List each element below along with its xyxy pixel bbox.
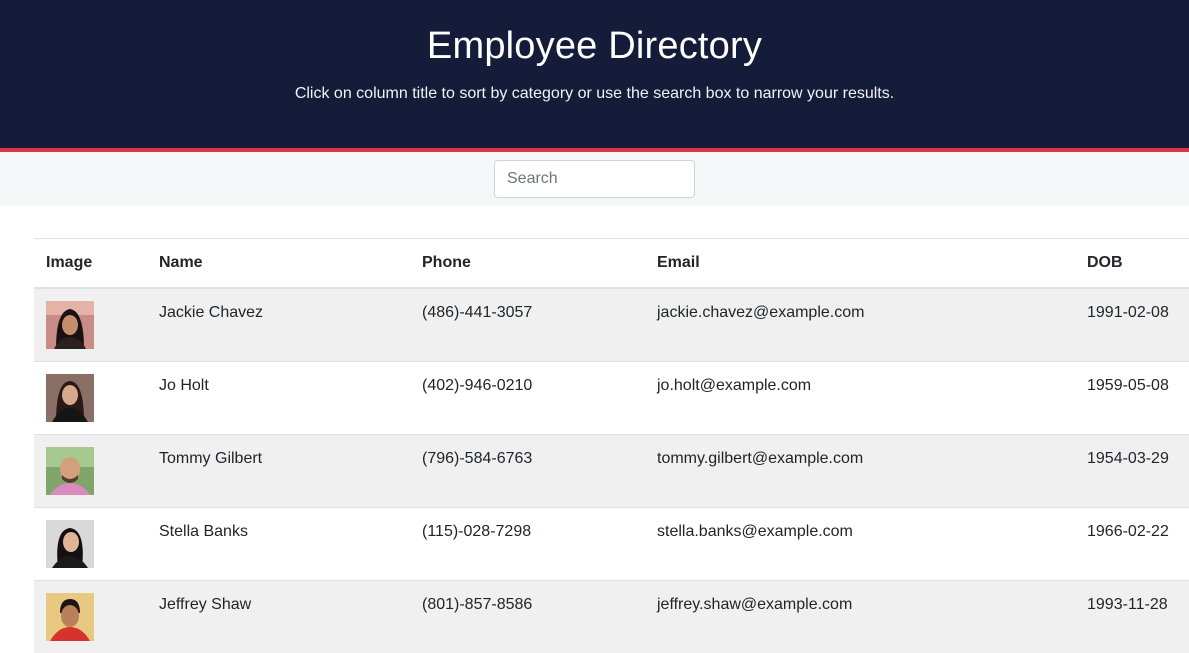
table-row: Jackie Chavez (486)-441-3057 jackie.chav… [34, 288, 1189, 362]
image-cell [34, 362, 147, 435]
phone-cell: (796)-584-6763 [410, 435, 645, 508]
image-cell [34, 508, 147, 581]
image-cell [34, 581, 147, 653]
phone-cell: (115)-028-7298 [410, 508, 645, 581]
page-subtitle: Click on column title to sort by categor… [0, 84, 1189, 104]
table-header-row: Image Name Phone Email DOB [34, 239, 1189, 289]
email-cell: jackie.chavez@example.com [645, 288, 1075, 362]
page-header: Employee Directory Click on column title… [0, 0, 1189, 152]
name-cell: Jackie Chavez [147, 288, 410, 362]
name-cell: Stella Banks [147, 508, 410, 581]
page-title: Employee Directory [0, 0, 1189, 68]
email-cell: tommy.gilbert@example.com [645, 435, 1075, 508]
employee-table-container: Image Name Phone Email DOB Jack [34, 238, 1189, 653]
column-header-email[interactable]: Email [645, 239, 1075, 289]
column-header-image[interactable]: Image [34, 239, 147, 289]
dob-cell: 1954-03-29 [1075, 435, 1189, 508]
table-row: Stella Banks (115)-028-7298 stella.banks… [34, 508, 1189, 581]
email-cell: stella.banks@example.com [645, 508, 1075, 581]
table-row: Jo Holt (402)-946-0210 jo.holt@example.c… [34, 362, 1189, 435]
table-row: Tommy Gilbert (796)-584-6763 tommy.gilbe… [34, 435, 1189, 508]
employee-table: Image Name Phone Email DOB Jack [34, 238, 1189, 653]
dob-cell: 1966-02-22 [1075, 508, 1189, 581]
name-cell: Jeffrey Shaw [147, 581, 410, 653]
avatar [46, 593, 94, 641]
avatar [46, 520, 94, 568]
column-header-name[interactable]: Name [147, 239, 410, 289]
avatar [46, 374, 94, 422]
dob-cell: 1993-11-28 [1075, 581, 1189, 653]
image-cell [34, 288, 147, 362]
email-cell: jeffrey.shaw@example.com [645, 581, 1075, 653]
name-cell: Jo Holt [147, 362, 410, 435]
phone-cell: (801)-857-8586 [410, 581, 645, 653]
dob-cell: 1991-02-08 [1075, 288, 1189, 362]
column-header-dob[interactable]: DOB [1075, 239, 1189, 289]
phone-cell: (402)-946-0210 [410, 362, 645, 435]
search-bar [0, 152, 1189, 206]
email-cell: jo.holt@example.com [645, 362, 1075, 435]
image-cell [34, 435, 147, 508]
name-cell: Tommy Gilbert [147, 435, 410, 508]
search-input[interactable] [494, 160, 695, 198]
avatar [46, 301, 94, 349]
phone-cell: (486)-441-3057 [410, 288, 645, 362]
table-row: Jeffrey Shaw (801)-857-8586 jeffrey.shaw… [34, 581, 1189, 653]
column-header-phone[interactable]: Phone [410, 239, 645, 289]
avatar [46, 447, 94, 495]
dob-cell: 1959-05-08 [1075, 362, 1189, 435]
